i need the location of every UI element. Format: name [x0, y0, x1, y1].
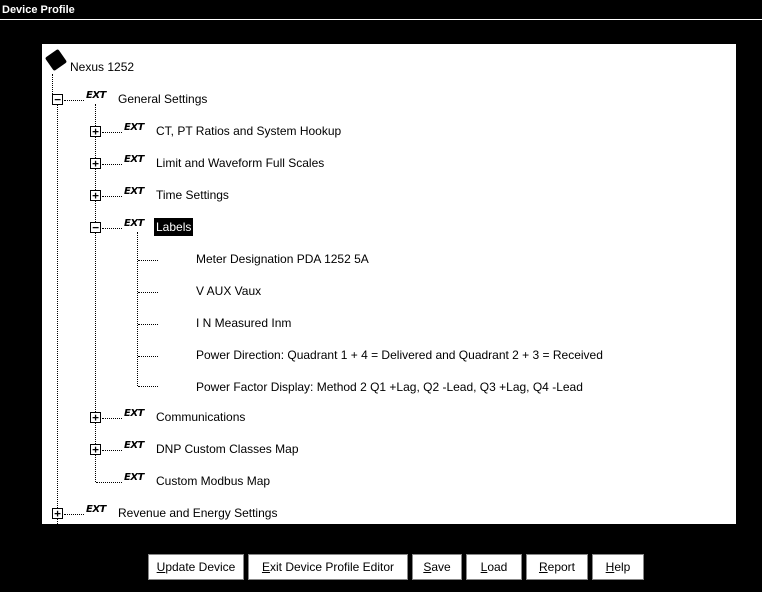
tree-line: [102, 450, 122, 451]
tree-line: [138, 386, 158, 387]
tree-line: [64, 514, 84, 515]
tree-line: [64, 100, 84, 101]
tree-node-labels[interactable]: Labels: [154, 218, 194, 236]
ext-icon: EXT: [86, 504, 106, 515]
ext-icon: EXT: [124, 408, 144, 419]
expand-icon[interactable]: +: [90, 126, 101, 137]
tree-node-time-settings[interactable]: Time Settings: [156, 186, 229, 204]
tree-node-communications[interactable]: Communications: [156, 408, 245, 426]
tree-line: [102, 228, 122, 229]
tree-node-ct-pt-ratios[interactable]: CT, PT Ratios and System Hookup: [156, 122, 341, 140]
exit-device-profile-editor-button[interactable]: Exit Device Profile Editor: [248, 554, 408, 580]
tree-line: [138, 324, 158, 325]
save-button[interactable]: Save: [412, 554, 462, 580]
tree-line: [57, 104, 58, 524]
collapse-icon[interactable]: −: [90, 222, 101, 233]
label-item-in-measured[interactable]: I N Measured Inm: [196, 314, 291, 332]
tree-line: [102, 164, 122, 165]
label-item-v-aux[interactable]: V AUX Vaux: [196, 282, 261, 300]
expand-icon[interactable]: +: [90, 412, 101, 423]
label-item-meter-designation[interactable]: Meter Designation PDA 1252 5A: [196, 250, 369, 268]
ext-icon: EXT: [124, 186, 144, 197]
tree-node-dnp-custom-classes[interactable]: DNP Custom Classes Map: [156, 440, 299, 458]
device-icon: [44, 48, 68, 72]
tree-line: [96, 482, 122, 483]
tree-line: [138, 292, 158, 293]
tree-line: [102, 132, 122, 133]
tree-line: [102, 196, 122, 197]
ext-icon: EXT: [86, 90, 106, 101]
report-button[interactable]: Report: [526, 554, 588, 580]
help-button[interactable]: Help: [592, 554, 644, 580]
tree-node-label: Nexus 1252: [70, 60, 135, 74]
device-profile-tree[interactable]: Nexus 1252 − EXT General Settings + EXT …: [42, 44, 736, 524]
ext-icon: EXT: [124, 154, 144, 165]
tree-node-custom-modbus-map[interactable]: Custom Modbus Map: [156, 472, 270, 490]
ext-icon: EXT: [124, 122, 144, 133]
expand-icon[interactable]: +: [90, 444, 101, 455]
tree-node-general-settings[interactable]: General Settings: [118, 90, 207, 108]
collapse-icon[interactable]: −: [52, 94, 63, 105]
tree-line: [102, 418, 122, 419]
expand-icon[interactable]: +: [90, 190, 101, 201]
window-title: Device Profile: [0, 0, 762, 20]
ext-icon: EXT: [124, 218, 144, 229]
expand-icon[interactable]: +: [52, 508, 63, 519]
tree-line: [138, 260, 158, 261]
ext-icon: EXT: [124, 440, 144, 451]
load-button[interactable]: Load: [466, 554, 522, 580]
tree-node-revenue-energy[interactable]: Revenue and Energy Settings: [118, 504, 277, 522]
label-item-power-factor-display[interactable]: Power Factor Display: Method 2 Q1 +Lag, …: [196, 378, 583, 396]
label-item-power-direction[interactable]: Power Direction: Quadrant 1 + 4 = Delive…: [196, 346, 603, 364]
tree-line: [137, 232, 138, 386]
tree-line: [138, 356, 158, 357]
expand-icon[interactable]: +: [90, 158, 101, 169]
tree-node-limit-waveform[interactable]: Limit and Waveform Full Scales: [156, 154, 324, 172]
update-device-button[interactable]: Update Device: [148, 554, 244, 580]
ext-icon: EXT: [124, 472, 144, 483]
